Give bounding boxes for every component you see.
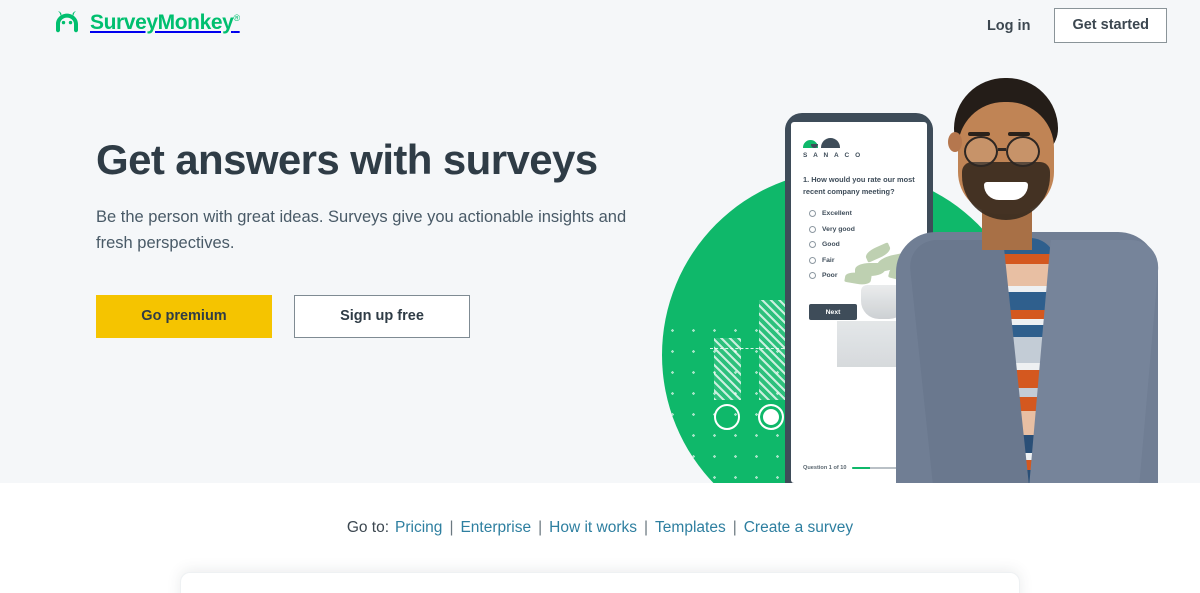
person-photo <box>868 70 1200 483</box>
link-pricing[interactable]: Pricing <box>395 519 442 537</box>
surveymonkey-monkey-icon <box>53 11 83 33</box>
get-started-button[interactable]: Get started <box>1054 8 1167 44</box>
registered-mark: ® <box>233 12 240 23</box>
quick-links-bar: Go to: Pricing | Enterprise | How it wor… <box>0 483 1200 573</box>
link-enterprise[interactable]: Enterprise <box>460 519 531 537</box>
progress-label: Question 1 of 10 <box>803 465 847 471</box>
surveymonkey-logo[interactable]: SurveyMonkey® <box>53 11 240 33</box>
radio-icon[interactable] <box>809 210 816 217</box>
link-separator: | <box>538 519 543 536</box>
goto-label: Go to: <box>346 519 390 536</box>
login-link[interactable]: Log in <box>983 12 1035 40</box>
glasses-bridge <box>998 148 1006 151</box>
next-section-card <box>180 572 1020 593</box>
logo-wordmark: SurveyMonkey® <box>90 10 240 34</box>
survey-option[interactable]: Very good <box>809 225 855 233</box>
survey-option[interactable]: Poor <box>809 272 855 279</box>
hero-illustration: S A N A C O 1. How would you rate our mo… <box>640 60 1200 483</box>
sign-up-free-button[interactable]: Sign up free <box>294 294 470 338</box>
site-header: SurveyMonkey® Log in Get started <box>0 0 1200 50</box>
jacket-lapel-right <box>1029 240 1161 483</box>
ear <box>948 132 962 152</box>
sanaco-logo-icon <box>803 132 862 148</box>
go-premium-button[interactable]: Go premium <box>96 294 272 338</box>
smile <box>984 182 1028 200</box>
survey-option-label: Fair <box>822 256 835 264</box>
hero-content: Get answers with surveys Be the person w… <box>96 136 656 338</box>
survey-option-label: Very good <box>822 225 855 233</box>
radio-icon[interactable] <box>809 241 816 248</box>
glasses-icon <box>1006 136 1040 167</box>
survey-option-label: Excellent <box>822 210 852 217</box>
link-separator: | <box>732 519 737 536</box>
landing-page: SurveyMonkey® Log in Get started Get ans… <box>0 0 1200 593</box>
survey-option[interactable]: Good <box>809 241 855 248</box>
circle-marker-filled <box>758 404 784 430</box>
radio-icon[interactable] <box>809 256 816 264</box>
radio-icon[interactable] <box>809 225 816 233</box>
sanaco-logo: S A N A C O <box>803 132 862 159</box>
header-actions: Log in Get started <box>983 8 1167 44</box>
radio-icon[interactable] <box>809 272 816 279</box>
link-templates[interactable]: Templates <box>655 519 726 537</box>
next-button[interactable]: Next <box>809 304 857 320</box>
hero-cta-group: Go premium Sign up free <box>96 294 656 338</box>
hero-subtitle: Be the person with great ideas. Surveys … <box>96 208 627 252</box>
survey-options-list: Excellent Very good Good Fair Poor <box>809 210 855 288</box>
quick-links: Go to: Pricing | Enterprise | How it wor… <box>347 519 853 537</box>
sanaco-brand-name: S A N A C O <box>803 152 863 159</box>
survey-option[interactable]: Excellent <box>809 210 855 217</box>
glasses-icon <box>964 136 998 167</box>
survey-option-label: Good <box>822 241 840 248</box>
survey-option[interactable]: Fair <box>809 256 855 264</box>
link-separator: | <box>449 519 454 536</box>
link-how-it-works[interactable]: How it works <box>549 519 637 537</box>
link-create-a-survey[interactable]: Create a survey <box>744 519 853 537</box>
circle-marker <box>714 404 740 430</box>
page-title: Get answers with surveys <box>96 136 598 183</box>
survey-option-label: Poor <box>822 272 838 279</box>
link-separator: | <box>644 519 649 536</box>
chart-bar <box>759 300 786 400</box>
